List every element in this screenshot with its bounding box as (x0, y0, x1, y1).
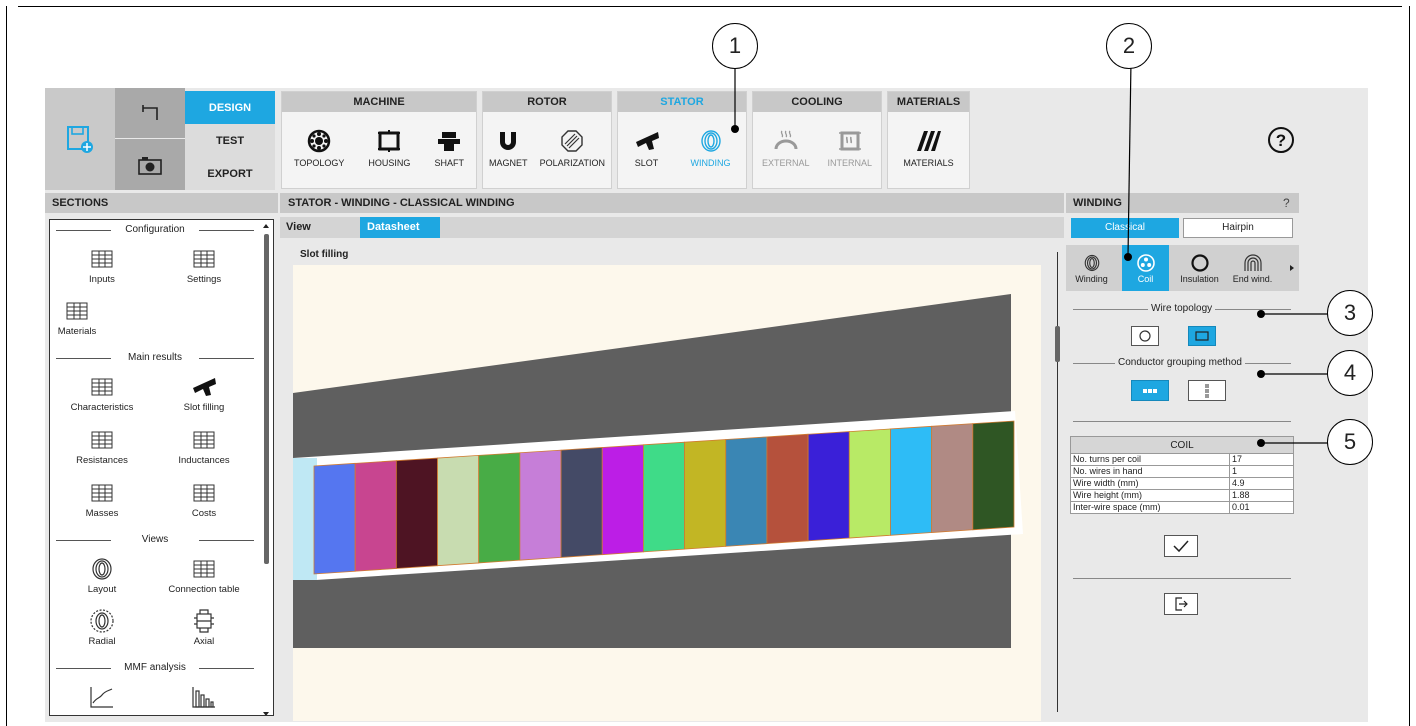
callout-4: 4 (1327, 350, 1373, 396)
callout-lines (731, 60, 1328, 447)
callout-5: 5 (1327, 419, 1373, 465)
callout-1: 1 (712, 23, 758, 69)
callout-3: 3 (1327, 290, 1373, 336)
callout-2: 2 (1106, 23, 1152, 69)
